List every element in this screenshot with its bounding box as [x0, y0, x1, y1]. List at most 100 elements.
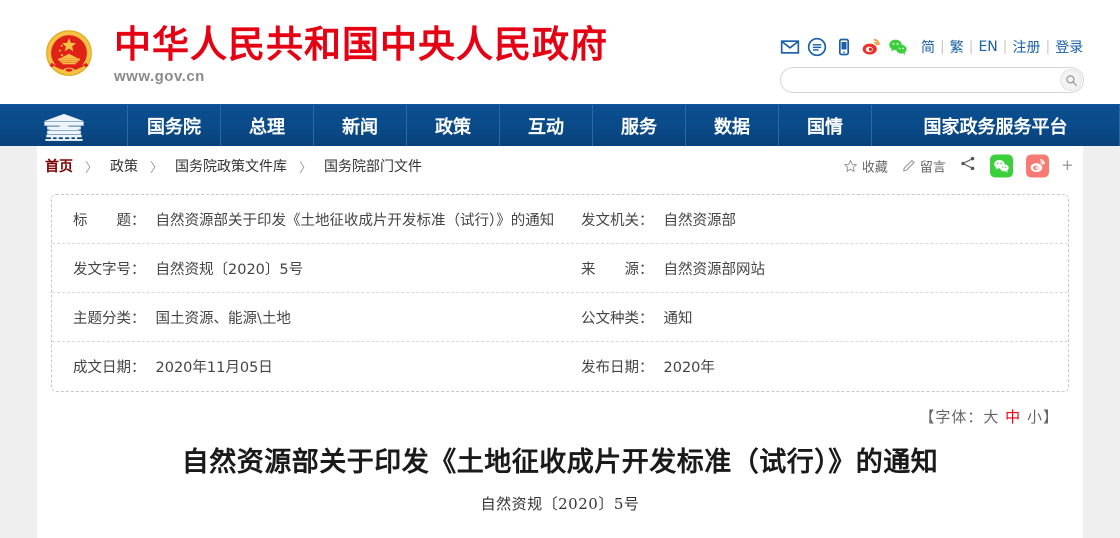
nav-label: 总理 [249, 116, 285, 138]
breadcrumb-arrow-icon: 〉 [299, 160, 313, 176]
meta-value-publish-date: 2020年 [663, 360, 715, 376]
nav-item-fuwu[interactable]: 服务 [593, 105, 686, 146]
search-icon [1065, 74, 1077, 86]
util-separator: | [968, 39, 974, 55]
mail-icon[interactable] [780, 37, 800, 57]
search-bar [780, 67, 1084, 93]
tiananmen-icon [36, 111, 92, 141]
table-row: 标 题： 自然资源部关于印发《土地征收成片开发标准（试行）》的通知 发文机关： … [52, 195, 1068, 244]
search-input[interactable] [781, 68, 1083, 92]
breadcrumb-arrow-icon: 〉 [150, 160, 164, 176]
utility-bar: 简 | 繁 | EN | 注册 | 登录 [780, 36, 1084, 93]
page-root: 中华人民共和国中央人民政府 www.gov.cn 简 | 繁 | EN | 注册… [0, 0, 1120, 538]
search-button[interactable] [1060, 69, 1082, 91]
meta-label-issuing-agency: 发文机关： [581, 212, 654, 229]
message-icon[interactable] [807, 37, 827, 57]
meta-value-title: 自然资源部关于印发《土地征收成片开发标准（试行）》的通知 [155, 212, 555, 229]
table-row: 成文日期： 2020年11月05日 发布日期： 2020年 [52, 342, 1068, 391]
font-size-medium[interactable]: 中 [1005, 408, 1021, 426]
meta-cell-document-type: 公文种类： 通知 [560, 293, 1068, 341]
wechat-icon [994, 159, 1009, 173]
util-separator: | [940, 39, 945, 55]
main-navigation: 国务院 总理 新闻 政策 互动 服务 数据 国情 国家政务服务平台 [0, 104, 1120, 146]
nav-item-guowuyuan[interactable]: 国务院 [128, 105, 221, 146]
site-header: 中华人民共和国中央人民政府 www.gov.cn 简 | 繁 | EN | 注册… [0, 0, 1120, 104]
meta-cell-source: 来 源： 自然资源部网站 [560, 244, 1068, 292]
weibo-icon[interactable] [861, 37, 881, 57]
nav-item-zongli[interactable]: 总理 [221, 105, 314, 146]
meta-label-source: 来 源： [581, 261, 654, 278]
meta-value-issuing-agency: 自然资源部 [663, 212, 737, 229]
site-url: www.gov.cn [114, 67, 205, 85]
favorite-label: 收藏 [861, 160, 888, 176]
share-wechat-button[interactable] [989, 154, 1013, 178]
meta-label-completion-date: 成文日期： [73, 360, 146, 376]
nav-item-zhengce[interactable]: 政策 [407, 105, 500, 146]
breadcrumb-row: 首页 〉 政策 〉 国务院政策文件库 〉 国务院部门文件 收藏 留言 + [37, 146, 1083, 186]
nav-label: 国家政务服务平台 [923, 116, 1068, 138]
article-title: 自然资源部关于印发《土地征收成片开发标准（试行）》的通知 [181, 447, 939, 478]
nav-label: 数据 [714, 116, 750, 138]
star-icon [844, 160, 857, 172]
comment-button[interactable]: 留言 [901, 157, 946, 176]
nav-label: 新闻 [342, 116, 378, 138]
breadcrumb-item-policy-library[interactable]: 国务院政策文件库 [175, 156, 287, 176]
breadcrumb-item-department-documents[interactable]: 国务院部门文件 [324, 156, 422, 176]
table-row: 发文字号： 自然资规〔2020〕5号 来 源： 自然资源部网站 [52, 244, 1068, 293]
util-separator: | [1045, 39, 1051, 55]
meta-value-document-type: 通知 [663, 310, 693, 327]
share-weibo-button[interactable] [1025, 154, 1049, 178]
content-container: 首页 〉 政策 〉 国务院政策文件库 〉 国务院部门文件 收藏 留言 + 标 题… [37, 146, 1083, 538]
font-size-suffix: 】 [1042, 408, 1059, 426]
meta-cell-completion-date: 成文日期： 2020年11月05日 [52, 342, 560, 391]
site-title: 中华人民共和国中央人民政府 [114, 23, 608, 67]
meta-cell-title: 标 题： 自然资源部关于印发《土地征收成片开发标准（试行）》的通知 [52, 195, 560, 243]
nav-label: 互动 [528, 116, 564, 138]
weibo-icon [1030, 159, 1045, 173]
meta-label-publish-date: 发布日期： [581, 360, 654, 376]
breadcrumb-arrow-icon: 〉 [85, 160, 99, 176]
wechat-icon[interactable] [888, 37, 908, 57]
meta-cell-document-number: 发文字号： 自然资规〔2020〕5号 [52, 244, 560, 292]
nav-item-hudong[interactable]: 互动 [500, 105, 593, 146]
comment-label: 留言 [919, 160, 946, 176]
article-document-number: 自然资规〔2020〕5号 [480, 495, 640, 514]
util-separator: | [1002, 39, 1008, 55]
font-size-small[interactable]: 小 [1027, 408, 1043, 426]
register-link[interactable]: 注册 [1012, 37, 1040, 57]
meta-label-title: 标 题： [73, 212, 146, 229]
nav-item-guoqing[interactable]: 国情 [779, 105, 872, 146]
share-button[interactable] [959, 155, 977, 178]
lang-traditional-link[interactable]: 繁 [950, 37, 964, 57]
meta-cell-subject-category: 主题分类： 国土资源、能源\土地 [52, 293, 560, 341]
font-size-selector: 【字体：大 中 小】 [37, 392, 1083, 427]
mobile-icon[interactable] [834, 37, 854, 57]
utility-links: 简 | 繁 | EN | 注册 | 登录 [921, 37, 1083, 57]
national-emblem-icon [38, 24, 100, 86]
nav-item-xinwen[interactable]: 新闻 [314, 105, 407, 146]
article-header: 自然资源部关于印发《土地征收成片开发标准（试行）》的通知 自然资规〔2020〕5… [37, 427, 1083, 514]
nav-item-shuju[interactable]: 数据 [686, 105, 779, 146]
nav-home[interactable] [0, 105, 128, 146]
nav-item-government-service-platform[interactable]: 国家政务服务平台 [872, 105, 1120, 146]
login-link[interactable]: 登录 [1055, 37, 1083, 57]
utility-icons-row: 简 | 繁 | EN | 注册 | 登录 [780, 36, 1084, 58]
breadcrumb: 首页 〉 政策 〉 国务院政策文件库 〉 国务院部门文件 [45, 156, 422, 176]
meta-value-document-number: 自然资规〔2020〕5号 [155, 261, 304, 278]
meta-value-source: 自然资源部网站 [663, 261, 766, 278]
lang-simplified-link[interactable]: 简 [921, 37, 935, 57]
lang-english-link[interactable]: EN [978, 39, 997, 55]
site-brand[interactable]: 中华人民共和国中央人民政府 www.gov.cn [38, 24, 608, 86]
meta-label-document-number: 发文字号： [73, 261, 146, 278]
document-metadata-table: 标 题： 自然资源部关于印发《土地征收成片开发标准（试行）》的通知 发文机关： … [51, 194, 1069, 392]
font-size-large[interactable]: 大 [983, 408, 999, 426]
breadcrumb-item-home[interactable]: 首页 [45, 156, 73, 176]
share-icon [961, 156, 975, 171]
favorite-button[interactable]: 收藏 [843, 157, 888, 176]
meta-cell-publish-date: 发布日期： 2020年 [560, 342, 1068, 391]
more-share-button[interactable]: + [1062, 157, 1073, 176]
breadcrumb-item-policy[interactable]: 政策 [110, 156, 138, 176]
pencil-icon [902, 159, 915, 172]
article-actions: 收藏 留言 + [843, 154, 1073, 178]
nav-label: 国情 [807, 116, 843, 138]
